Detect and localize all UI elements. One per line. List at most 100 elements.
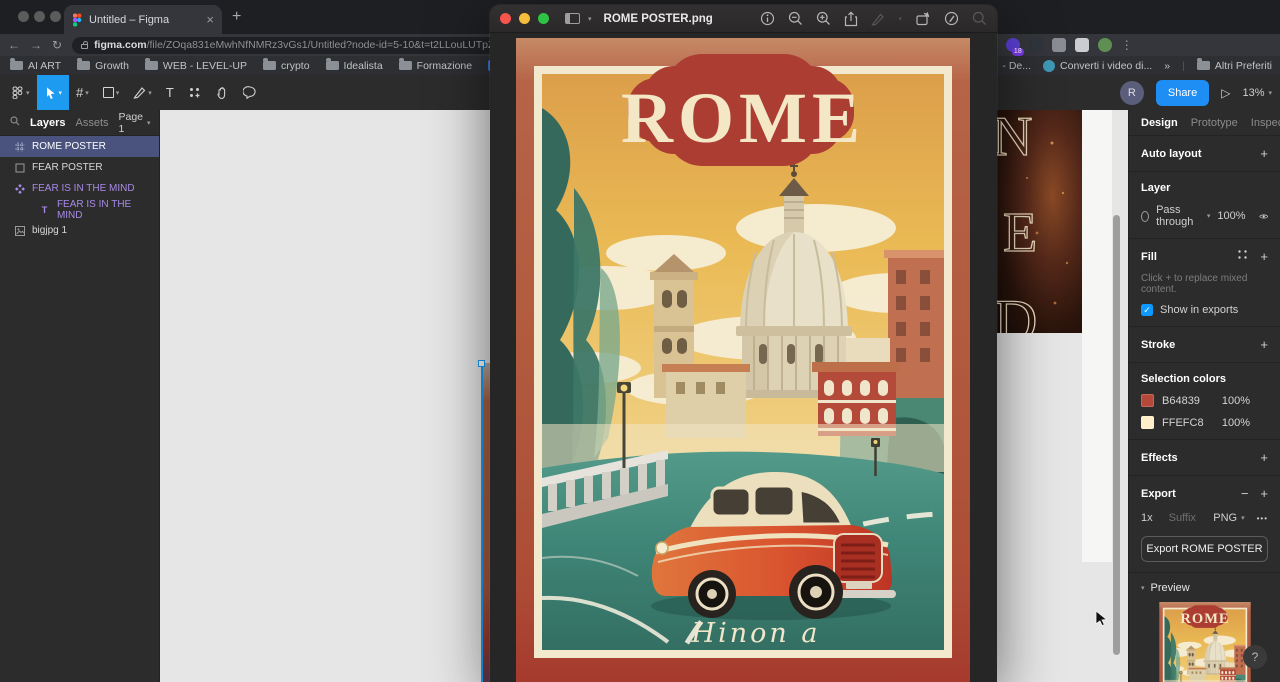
- sidepanel-icon[interactable]: [1074, 38, 1089, 52]
- pen-tool[interactable]: ▾: [126, 75, 159, 110]
- browser-menu-icon[interactable]: ⋮: [1121, 38, 1133, 52]
- page-selector[interactable]: Page 1 ▾: [119, 111, 151, 135]
- remove-export-icon[interactable]: −: [1241, 486, 1249, 501]
- hand-tool[interactable]: [208, 75, 236, 110]
- present-icon[interactable]: ▷: [1221, 86, 1230, 100]
- new-tab-button[interactable]: +: [232, 8, 241, 26]
- bookmark-folder[interactable]: AI ART: [10, 58, 61, 72]
- main-menu-button[interactable]: ▾: [4, 75, 37, 110]
- tab-design[interactable]: Design: [1141, 117, 1178, 129]
- export-more-icon[interactable]: •••: [1257, 514, 1268, 523]
- color-swatch[interactable]: [1141, 394, 1154, 407]
- move-tool[interactable]: ▾: [36, 75, 70, 110]
- comment-tool[interactable]: [236, 75, 264, 110]
- add-stroke-icon[interactable]: +: [1260, 337, 1268, 352]
- close-icon[interactable]: [500, 13, 511, 24]
- back-icon[interactable]: ←: [8, 38, 20, 52]
- blend-mode-dropdown[interactable]: Pass through: [1156, 204, 1200, 228]
- add-effect-icon[interactable]: +: [1260, 450, 1268, 465]
- forward-icon[interactable]: →: [30, 38, 42, 52]
- export-scale[interactable]: 1x: [1141, 512, 1153, 524]
- blend-mode-icon[interactable]: [1141, 210, 1150, 222]
- rotate-icon[interactable]: [915, 11, 931, 26]
- export-rome-poster-button[interactable]: Export ROME POSTER: [1141, 536, 1268, 562]
- preview-window[interactable]: ▾ ROME POSTER.png ▾: [490, 5, 997, 682]
- sidebar-toggle-icon[interactable]: [565, 13, 580, 24]
- bookmark-item[interactable]: Converti i video di...: [1043, 59, 1152, 72]
- bookmark-folder[interactable]: WEB - LEVEL-UP: [144, 58, 247, 72]
- canvas-scrollbar[interactable]: [1113, 215, 1120, 655]
- tab-layers[interactable]: Layers: [30, 117, 65, 129]
- reload-icon[interactable]: ↻: [52, 38, 62, 52]
- layer-row-image[interactable]: bigjpg 1: [0, 220, 159, 241]
- zoom-out-icon[interactable]: [788, 11, 803, 26]
- bookmarks-overflow-icon[interactable]: »: [1164, 60, 1170, 72]
- profile-avatar[interactable]: [1097, 38, 1112, 52]
- hand-icon: [217, 86, 225, 99]
- layers-panel: Layers Assets Page 1 ▾ ROME POSTER FEAR P…: [0, 110, 160, 682]
- layer-row-rome-poster[interactable]: ROME POSTER: [0, 136, 159, 157]
- auto-layout-section: Auto layout +: [1129, 136, 1280, 172]
- color-opacity: 100%: [1221, 394, 1250, 407]
- window-close-button[interactable]: [18, 11, 29, 22]
- chevron-down-icon[interactable]: ▾: [898, 15, 902, 23]
- extensions-puzzle-icon[interactable]: [1051, 38, 1066, 52]
- user-avatar[interactable]: R: [1119, 80, 1144, 105]
- export-suffix-field[interactable]: Suffix: [1169, 512, 1196, 524]
- layer-row-fear-poster[interactable]: FEAR POSTER: [0, 157, 159, 178]
- bookmark-favicon: [1043, 59, 1056, 72]
- tab-inspect[interactable]: Inspect: [1251, 117, 1280, 129]
- chevron-down-icon: ▾: [1206, 213, 1211, 220]
- add-export-icon[interactable]: +: [1260, 486, 1268, 501]
- chevron-down-icon: ▾: [588, 15, 592, 23]
- minimize-icon[interactable]: [519, 13, 530, 24]
- fullscreen-icon[interactable]: [538, 13, 549, 24]
- checkbox-checked[interactable]: ✓: [1141, 304, 1153, 316]
- info-icon[interactable]: [760, 11, 775, 26]
- window-minimize-button[interactable]: [34, 11, 45, 22]
- zoom-in-icon[interactable]: [816, 11, 831, 26]
- text-tool[interactable]: T: [159, 75, 181, 110]
- share-icon[interactable]: [844, 10, 858, 27]
- bookmark-folder[interactable]: crypto: [262, 58, 310, 72]
- annotate-icon[interactable]: [944, 11, 959, 26]
- folder-icon: [10, 58, 23, 70]
- frame-tool[interactable]: # ▾: [69, 75, 96, 110]
- selection-color-row[interactable]: FFEFC8 100%: [1141, 416, 1268, 429]
- share-button[interactable]: Share: [1155, 79, 1210, 106]
- export-format-dropdown[interactable]: PNG ▾: [1213, 512, 1244, 524]
- bookmark-folder[interactable]: Formazione: [398, 58, 472, 72]
- bookmark-folder[interactable]: Idealista: [325, 58, 383, 72]
- markup-pen-icon[interactable]: [871, 12, 885, 26]
- layer-row-component[interactable]: FEAR IS IN THE MIND: [0, 178, 159, 199]
- help-button[interactable]: ?: [1243, 645, 1267, 669]
- resources-tool[interactable]: [181, 75, 208, 110]
- selection-color-row[interactable]: B64839 100%: [1141, 394, 1268, 407]
- extension-icon-palette[interactable]: [1028, 38, 1043, 52]
- tab-prototype[interactable]: Prototype: [1191, 117, 1238, 129]
- show-in-exports-row[interactable]: ✓ Show in exports: [1141, 304, 1268, 316]
- eye-icon[interactable]: [1258, 212, 1268, 221]
- bookmark-folder[interactable]: Growth: [77, 58, 129, 72]
- tab-assets[interactable]: Assets: [75, 117, 108, 129]
- shape-tool[interactable]: ▾: [96, 75, 127, 110]
- bookmark-item[interactable]: - De...: [1002, 60, 1031, 72]
- zoom-level-dropdown[interactable]: 13% ▾: [1242, 87, 1272, 99]
- browser-tab[interactable]: Untitled – Figma ×: [64, 5, 222, 34]
- layer-row-text[interactable]: T FEAR IS IN THE MIND: [0, 199, 159, 221]
- add-fill-icon[interactable]: +: [1260, 249, 1268, 264]
- search-icon[interactable]: [10, 116, 20, 129]
- preview-titlebar[interactable]: ▾ ROME POSTER.png ▾: [490, 5, 997, 33]
- fear-poster-canvas-object[interactable]: N E D: [997, 110, 1082, 333]
- add-auto-layout-icon[interactable]: +: [1260, 146, 1268, 161]
- search-icon[interactable]: [972, 11, 987, 26]
- extension-icon-video[interactable]: 18: [1005, 38, 1024, 56]
- window-zoom-button[interactable]: [50, 11, 61, 22]
- color-swatch[interactable]: [1141, 416, 1154, 429]
- layer-opacity[interactable]: 100%: [1217, 210, 1245, 222]
- tab-close-icon[interactable]: ×: [206, 13, 214, 26]
- selection-handle[interactable]: [478, 360, 485, 367]
- preview-section-header[interactable]: ▾ Preview: [1129, 573, 1280, 598]
- other-bookmarks-folder[interactable]: Altri Preferiti: [1196, 58, 1272, 72]
- styles-icon[interactable]: [1237, 249, 1248, 260]
